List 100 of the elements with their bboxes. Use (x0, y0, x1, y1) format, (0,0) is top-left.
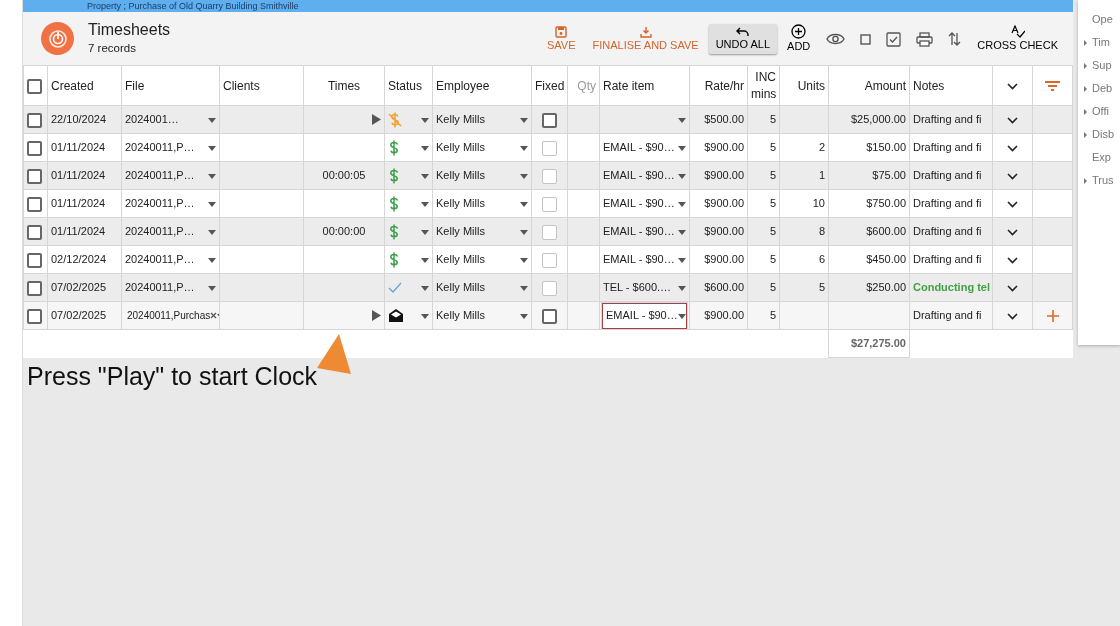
chevron-down-icon[interactable] (1007, 200, 1018, 208)
dropdown-caret-icon[interactable] (520, 230, 528, 236)
panel-item[interactable]: Tim (1092, 34, 1110, 51)
table-row[interactable]: 07/02/2025 20240011,Purchas Kelly Mills EMAIL - $90… $900.00 5 Drafting and fi (23, 301, 1073, 330)
dropdown-caret-icon[interactable] (520, 258, 528, 264)
expand-arrow-icon[interactable] (1084, 85, 1087, 92)
dropdown-caret-icon[interactable] (421, 314, 429, 320)
row-checkbox[interactable] (27, 112, 42, 128)
fixed-checkbox[interactable] (542, 112, 557, 128)
row-checkbox[interactable] (27, 308, 42, 324)
row-checkbox[interactable] (27, 252, 42, 268)
table-row[interactable]: 01/11/2024 20240011,P… 00:00:00 Kelly Mills EMAIL - $90… $900.00 5 8 $600.00 Drafting and fi (23, 217, 1073, 246)
dollar-icon[interactable] (388, 167, 400, 184)
plus-icon[interactable] (1046, 310, 1059, 323)
dollar-icon[interactable] (388, 195, 400, 212)
dropdown-caret-icon[interactable] (421, 286, 429, 292)
dropdown-caret-icon[interactable] (520, 174, 528, 180)
chevron-down-icon[interactable] (1007, 312, 1018, 320)
toolbar-button[interactable]: CROSS CHECK (970, 22, 1065, 55)
table-row[interactable]: 07/02/2025 20240011,P… Kelly Mills TEL - $600.… $600.00 5 5 $250.00 Conducting tel (23, 273, 1073, 302)
panel-item[interactable]: Offi (1092, 103, 1109, 120)
dropdown-caret-icon[interactable] (421, 174, 429, 180)
fixed-checkbox[interactable] (542, 308, 557, 324)
panel-item[interactable]: Trus (1092, 172, 1114, 189)
chevron-down-icon[interactable] (1007, 172, 1018, 180)
table-row[interactable]: 01/11/2024 20240011,P… 00:00:05 Kelly Mills EMAIL - $90… $900.00 5 1 $75.00 Drafting and fi (23, 161, 1073, 190)
dropdown-caret-icon[interactable] (208, 202, 216, 208)
dollar-icon[interactable] (388, 139, 400, 156)
panel-item[interactable]: Disb (1092, 126, 1114, 143)
dollar-icon[interactable] (388, 251, 400, 268)
expand-arrow-icon[interactable] (1084, 177, 1087, 184)
dropdown-caret-icon[interactable] (208, 174, 216, 180)
notes-cell: Drafting and fi (909, 105, 993, 134)
panel-item[interactable]: Exp (1092, 149, 1111, 166)
row-checkbox[interactable] (27, 280, 42, 296)
dropdown-caret-icon[interactable] (520, 202, 528, 208)
time-value: 00:00:00 (322, 224, 366, 240)
check-icon[interactable] (388, 282, 402, 293)
column-header[interactable]: Fixed (531, 65, 568, 106)
spellcheck-icon (1010, 25, 1025, 38)
chevron-down-icon[interactable] (1007, 256, 1018, 264)
row-checkbox[interactable] (27, 196, 42, 212)
panel-item[interactable]: Ope (1092, 11, 1113, 28)
dropdown-caret-icon[interactable] (421, 146, 429, 152)
panel-item[interactable]: Sup (1092, 57, 1112, 74)
column-header[interactable]: Units (779, 65, 829, 106)
download-icon (639, 25, 652, 38)
chevron-down-icon[interactable] (1007, 144, 1018, 152)
clear-icon[interactable] (210, 312, 218, 319)
table-cell: 5 (747, 133, 780, 162)
dropdown-caret-icon[interactable] (421, 258, 429, 264)
panel-item[interactable]: Deb (1092, 80, 1113, 97)
dropdown-caret-icon[interactable] (208, 286, 216, 292)
dropdown-caret-icon[interactable] (208, 118, 216, 124)
open-envelope-icon[interactable] (388, 308, 404, 323)
column-header[interactable]: File (121, 65, 220, 106)
dropdown-caret-icon[interactable] (520, 286, 528, 292)
toolbar-button[interactable]: ADD (780, 21, 818, 56)
table-row[interactable]: 22/10/2024 2024001… Kelly Mills $500.00 5 $25,000.00 Drafting and fi (23, 105, 1073, 134)
chevron-down-icon[interactable] (1007, 284, 1018, 292)
column-header[interactable]: Clients (219, 65, 304, 106)
expand-arrow-icon[interactable] (1084, 62, 1087, 69)
table-cell: $900.00 (689, 245, 748, 274)
row-checkbox[interactable] (27, 168, 42, 184)
dropdown-caret-icon[interactable] (208, 230, 216, 236)
row-checkbox[interactable] (27, 224, 42, 240)
column-header[interactable]: Notes (909, 65, 993, 106)
dropdown-caret-icon[interactable] (208, 146, 216, 152)
row-checkbox[interactable] (27, 140, 42, 156)
table-row[interactable]: 02/12/2024 20240011,P… Kelly Mills EMAIL - $90… $900.00 5 6 $450.00 Drafting and fi (23, 245, 1073, 274)
select-all-checkbox[interactable] (27, 78, 42, 94)
dropdown-caret-icon[interactable] (421, 230, 429, 236)
table-row[interactable]: 01/11/2024 20240011,P… Kelly Mills EMAIL - $90… $900.00 5 2 $150.00 Drafting and fi (23, 133, 1073, 162)
dropdown-caret-icon[interactable] (520, 118, 528, 124)
table-row[interactable]: 01/11/2024 20240011,P… Kelly Mills EMAIL - $90… $900.00 5 10 $750.00 Drafting and fi (23, 189, 1073, 218)
column-header[interactable]: INC mins (747, 65, 780, 106)
dropdown-caret-icon[interactable] (421, 202, 429, 208)
column-header[interactable]: Times (303, 65, 385, 106)
expand-arrow-icon[interactable] (1084, 108, 1087, 115)
dollar-icon[interactable] (388, 223, 400, 240)
column-header[interactable]: Rate/hr (689, 65, 748, 106)
column-header[interactable]: Created (47, 65, 122, 106)
expand-arrow-icon[interactable] (1084, 131, 1087, 138)
column-header[interactable]: Employee (432, 65, 532, 106)
dropdown-caret-icon[interactable] (520, 146, 528, 152)
dropdown-caret-icon[interactable] (208, 258, 216, 264)
expand-arrow-icon[interactable] (1084, 39, 1087, 46)
column-header[interactable]: Amount (828, 65, 910, 106)
column-header[interactable]: Status (384, 65, 433, 106)
dropdown-caret-icon[interactable] (520, 314, 528, 320)
filter-icon[interactable] (1045, 81, 1060, 92)
chevron-down-icon[interactable] (1007, 116, 1018, 124)
callout-text: Press "Play" to start Clock (26, 361, 319, 392)
chevron-down-icon[interactable] (1007, 228, 1018, 236)
dropdown-caret-icon[interactable] (421, 118, 429, 124)
toolbar-button[interactable]: UNDO ALL (708, 23, 778, 54)
play-icon[interactable] (372, 310, 381, 321)
column-header[interactable]: Rate item (599, 65, 690, 106)
play-icon[interactable] (372, 114, 381, 125)
chevron-down-icon[interactable] (1007, 82, 1018, 90)
